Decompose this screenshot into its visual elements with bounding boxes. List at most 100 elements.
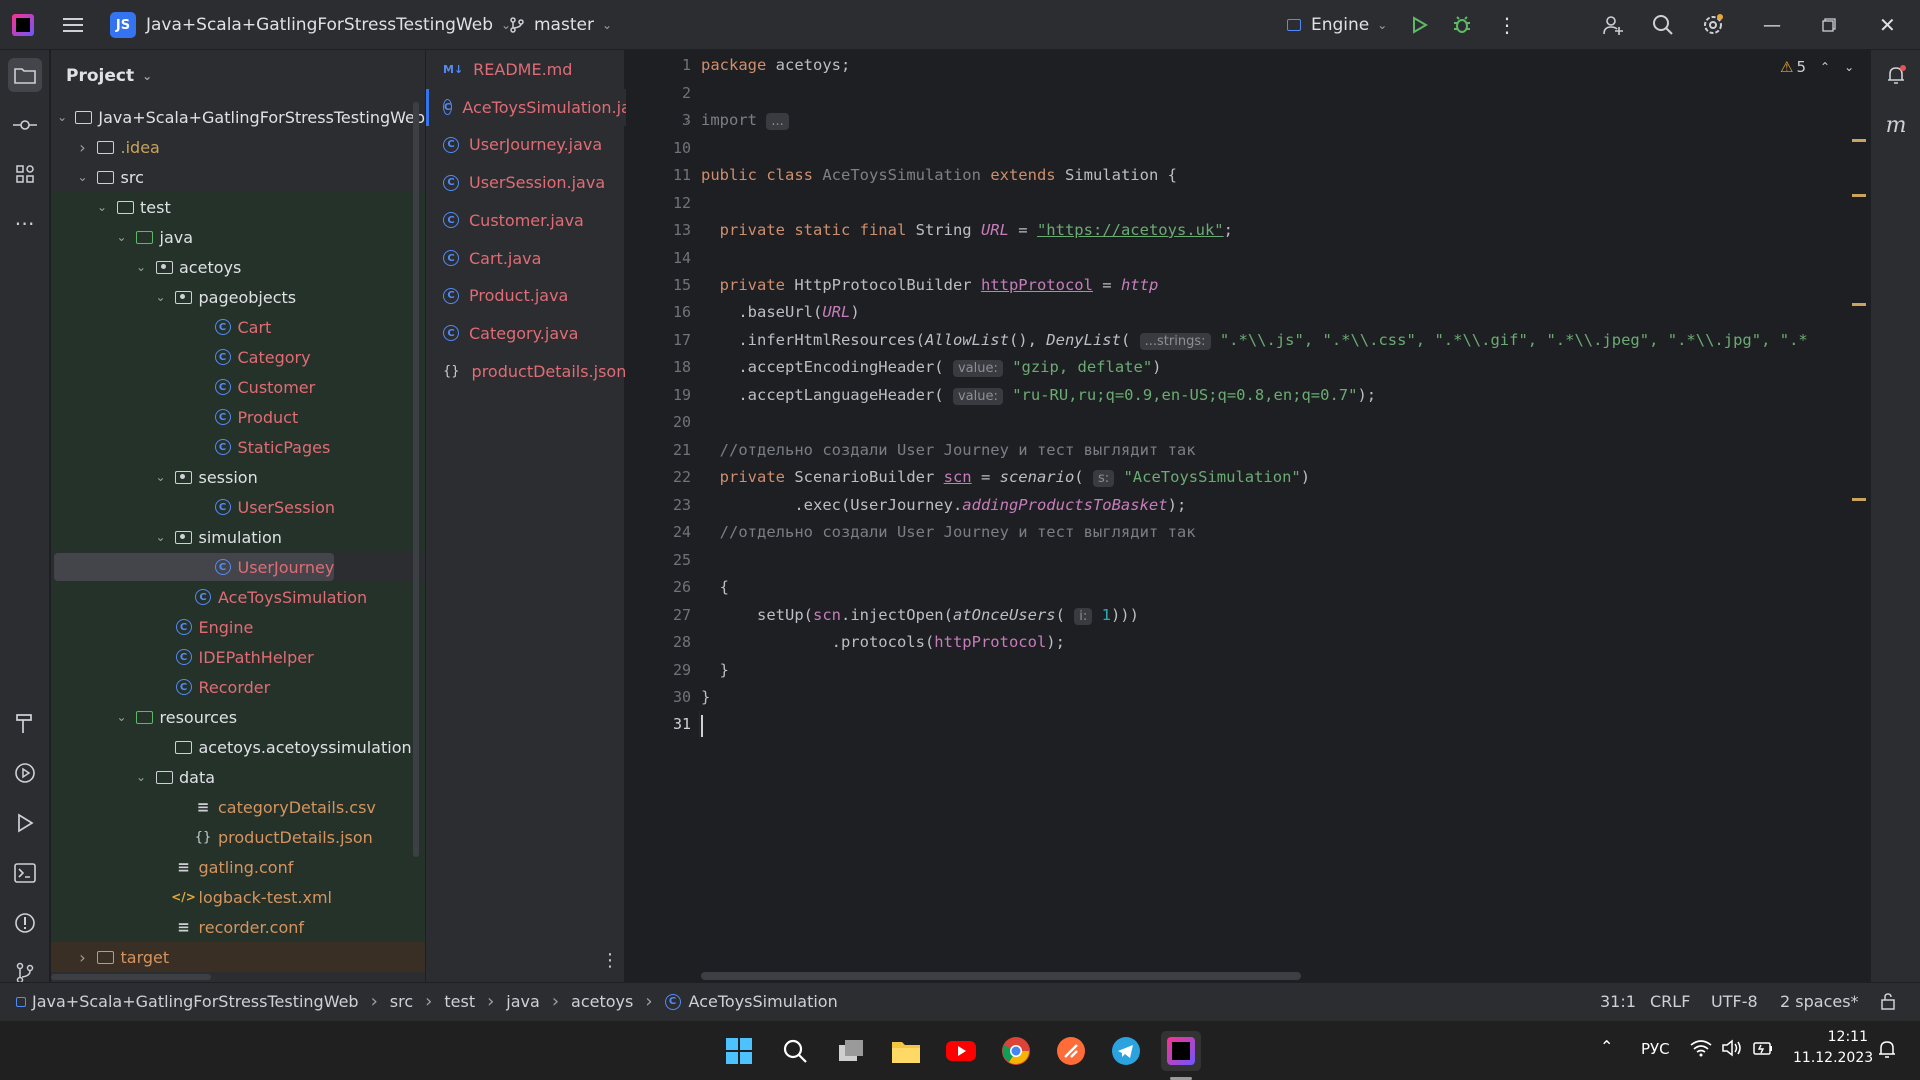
restore-icon[interactable] xyxy=(1822,0,1836,50)
notifications-bell-icon[interactable] xyxy=(1879,58,1913,92)
editor-horizontal-scrollbar[interactable] xyxy=(701,972,1301,980)
tree-item[interactable]: acetoys.acetoyssimulation xyxy=(51,732,425,762)
youtube-icon[interactable] xyxy=(941,1031,981,1071)
caret-position[interactable]: 31:1 xyxy=(1600,992,1636,1011)
editor-tab[interactable]: C Customer.java xyxy=(426,202,626,239)
breadcrumb-item[interactable]: Java+Scala+GatlingForStressTestingWeb xyxy=(32,992,359,1011)
breadcrumb-item[interactable]: AceToysSimulation xyxy=(689,992,838,1011)
branch-switcher[interactable]: master ⌄ xyxy=(508,0,612,50)
windows-start-icon[interactable] xyxy=(719,1031,759,1071)
problems-icon[interactable] xyxy=(8,906,42,940)
tree-item[interactable]: ⌄ test xyxy=(51,192,425,222)
chevron-down-icon[interactable]: ⌄ xyxy=(94,200,110,214)
breadcrumb-item[interactable]: acetoys xyxy=(571,992,633,1011)
add-user-icon[interactable] xyxy=(1602,0,1624,50)
chevron-down-icon[interactable]: ⌄ xyxy=(75,170,91,184)
code-editor[interactable]: package acetoys; import ... public class… xyxy=(700,50,1870,982)
app-logo-icon[interactable] xyxy=(12,0,34,50)
battery-icon[interactable] xyxy=(1752,1039,1774,1061)
editor-tab[interactable]: M↓ README.md xyxy=(426,51,626,88)
maven-icon[interactable]: m xyxy=(1879,108,1913,142)
tree-horizontal-scrollbar[interactable] xyxy=(51,974,211,980)
tree-item[interactable]: ⌄ src xyxy=(51,162,425,192)
notification-center-icon[interactable] xyxy=(1877,1039,1897,1065)
chevron-down-icon[interactable]: ⌄ xyxy=(55,110,69,124)
more-actions-icon[interactable]: ⋮ xyxy=(1497,0,1517,50)
warning-marker[interactable] xyxy=(1852,194,1866,197)
indent-setting[interactable]: 2 spaces* xyxy=(1780,992,1859,1011)
chevron-down-icon[interactable]: ⌄ xyxy=(114,710,130,724)
telegram-icon[interactable] xyxy=(1106,1031,1146,1071)
tree-item[interactable]: ⌄ java xyxy=(51,222,425,252)
tabs-more-icon[interactable]: ⋮ xyxy=(601,950,619,971)
minimize-icon[interactable]: — xyxy=(1763,0,1781,50)
tree-item[interactable]: C UserJourney xyxy=(51,552,425,582)
chevron-down-icon[interactable]: ⌄ xyxy=(1844,60,1854,74)
tree-item[interactable]: ≡ gatling.conf xyxy=(51,852,425,882)
chevron-down-icon[interactable]: ⌄ xyxy=(153,530,169,544)
tree-item[interactable]: C Engine xyxy=(51,612,425,642)
tree-item[interactable]: ⌄ Java+Scala+GatlingForStressTestingWeb xyxy=(51,102,425,132)
volume-icon[interactable] xyxy=(1721,1039,1743,1061)
tree-item[interactable]: ⌄ pageobjects xyxy=(51,282,425,312)
tree-item[interactable]: ⌄ acetoys xyxy=(51,252,425,282)
settings-gear-icon[interactable] xyxy=(1701,0,1725,50)
breadcrumb-item[interactable]: src xyxy=(390,992,413,1011)
project-switcher[interactable]: JS Java+Scala+GatlingForStressTestingWeb… xyxy=(110,0,511,50)
debug-button[interactable] xyxy=(1452,0,1472,50)
editor-tab[interactable]: C Category.java xyxy=(426,315,626,352)
run-button[interactable] xyxy=(1410,0,1428,50)
terminal-icon[interactable] xyxy=(8,856,42,890)
editor-tab[interactable]: C Product.java xyxy=(426,277,626,314)
tree-item[interactable]: C IDEPathHelper xyxy=(51,642,425,672)
tree-item[interactable]: ⌄ resources xyxy=(51,702,425,732)
editor-tab[interactable]: C Cart.java xyxy=(426,240,626,277)
project-tool-icon[interactable] xyxy=(8,58,42,92)
main-menu-icon[interactable] xyxy=(62,0,84,50)
wifi-icon[interactable] xyxy=(1690,1039,1712,1061)
chevron-up-icon[interactable]: ⌃ xyxy=(1600,1037,1613,1056)
warning-marker[interactable] xyxy=(1852,303,1866,306)
editor-tab[interactable]: C UserJourney.java xyxy=(426,126,626,163)
intellij-taskbar-icon[interactable] xyxy=(1161,1031,1201,1071)
tree-item[interactable]: ≡ categoryDetails.csv xyxy=(51,792,425,822)
tree-item[interactable]: › .idea xyxy=(51,132,425,162)
chevron-up-icon[interactable]: ⌃ xyxy=(1820,60,1830,74)
tree-item[interactable]: C Product xyxy=(51,402,425,432)
file-explorer-icon[interactable] xyxy=(886,1031,926,1071)
folded-imports[interactable]: ... xyxy=(766,113,789,130)
structure-icon[interactable] xyxy=(8,157,42,191)
commit-icon[interactable] xyxy=(8,108,42,142)
clock-date[interactable]: 11.12.2023 xyxy=(1793,1050,1873,1066)
search-icon[interactable] xyxy=(1652,0,1674,50)
read-only-lock-icon[interactable] xyxy=(1880,992,1896,1014)
tree-item[interactable]: </> logback-test.xml xyxy=(51,882,425,912)
chevron-down-icon[interactable]: ⌄ xyxy=(114,230,130,244)
chevron-right-icon[interactable]: › xyxy=(75,138,91,157)
chevron-down-icon[interactable]: ⌄ xyxy=(153,470,169,484)
postman-icon[interactable] xyxy=(1051,1031,1091,1071)
chevron-down-icon[interactable]: ⌄ xyxy=(133,770,149,784)
tree-item[interactable]: C StaticPages xyxy=(51,432,425,462)
breadcrumb-item[interactable]: test xyxy=(444,992,475,1011)
tree-item[interactable]: ⌄ data xyxy=(51,762,425,792)
chevron-right-icon[interactable]: › xyxy=(75,948,91,967)
tree-item[interactable]: C Customer xyxy=(51,372,425,402)
tree-item[interactable]: ⌄ session xyxy=(51,462,425,492)
chevron-down-icon[interactable]: ⌄ xyxy=(133,260,149,274)
tree-item[interactable]: › target xyxy=(51,942,425,972)
project-panel-header[interactable]: Project ⌄ xyxy=(51,50,425,102)
tree-item[interactable]: ≡ recorder.conf xyxy=(51,912,425,942)
run-tool-icon[interactable] xyxy=(8,806,42,840)
build-hammer-icon[interactable] xyxy=(8,706,42,740)
tree-item[interactable]: C AceToysSimulation xyxy=(51,582,425,612)
breadcrumb-item[interactable]: java xyxy=(506,992,540,1011)
tree-item[interactable]: C Category xyxy=(51,342,425,372)
tree-item[interactable]: {} productDetails.json xyxy=(51,822,425,852)
editor-tab[interactable]: C AceToysSimulation.java xyxy=(426,88,626,126)
tree-item[interactable]: C Cart xyxy=(51,312,425,342)
taskbar-search-icon[interactable] xyxy=(775,1031,815,1071)
editor-tab[interactable]: {} productDetails.json xyxy=(426,353,626,390)
inspection-widget[interactable]: ⚠ 5 ⌃ ⌄ xyxy=(1780,58,1854,76)
tree-vertical-scrollbar[interactable] xyxy=(413,102,419,857)
